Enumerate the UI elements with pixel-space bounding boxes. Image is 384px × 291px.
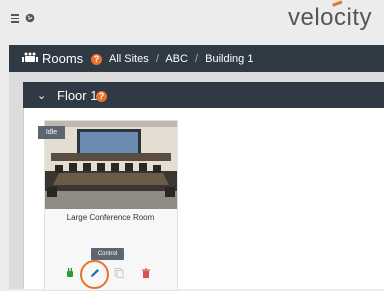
help-icon[interactable]: ? [96, 91, 107, 102]
status-badge: Idle [38, 126, 65, 139]
breadcrumb-item-building[interactable]: Building 1 [205, 53, 253, 65]
floor-title: Floor 1 [57, 88, 98, 103]
breadcrumb-item-all-sites[interactable]: All Sites [109, 53, 149, 65]
menu-icon[interactable] [11, 14, 19, 23]
top-bar: velocity [0, 0, 384, 45]
breadcrumb-separator: / [155, 53, 159, 65]
control-button[interactable]: Control [91, 248, 124, 260]
room-name: Large Conference Room [66, 213, 155, 222]
section-title: Rooms [42, 51, 84, 66]
trash-icon[interactable] [140, 267, 152, 279]
breadcrumb-item-abc[interactable]: ABC [165, 53, 188, 65]
breadcrumb: All Sites / ABC / Building 1 [109, 53, 253, 65]
edit-highlight-ring [80, 260, 109, 289]
chevron-down-icon[interactable]: ⌄ [37, 89, 46, 102]
room-card[interactable] [44, 120, 178, 291]
floor-header[interactable]: ⌄ Floor 1 ? [23, 82, 384, 108]
help-icon[interactable]: ? [91, 54, 102, 65]
breadcrumb-separator: / [195, 53, 199, 65]
copy-icon[interactable] [113, 267, 125, 279]
power-icon[interactable] [64, 267, 76, 279]
brand-logo: velocity [288, 4, 373, 31]
globe-icon[interactable] [25, 13, 35, 23]
breadcrumb-bar: Rooms ? All Sites / ABC / Building 1 [9, 45, 384, 72]
rooms-icon [22, 52, 38, 62]
